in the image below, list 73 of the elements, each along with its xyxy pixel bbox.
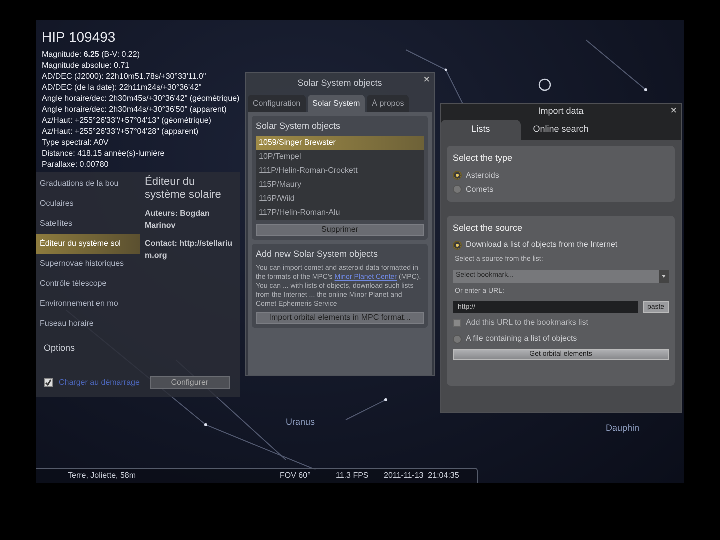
- object-list-item[interactable]: 10P/Tempel: [256, 150, 424, 164]
- tab[interactable]: Solar System: [308, 95, 366, 112]
- star-info-line: Magnitude: 6.25 (B-V: 0.22): [42, 49, 141, 60]
- tab[interactable]: À propos: [367, 95, 410, 112]
- star-info-line: Az/Haut: +255°26'33"/+57°04'13" (géométrique): [42, 115, 212, 126]
- radio-button[interactable]: [453, 185, 462, 194]
- object-list-item[interactable]: 111P/Helin-Roman-Crockett: [256, 164, 424, 178]
- section-title: Select the type: [453, 152, 514, 165]
- star-info-line: AD/DEC (de la date): 22h11m24s/+30°36'42": [42, 82, 203, 93]
- planet-icon: [538, 78, 552, 92]
- star-info-line: Az/Haut: +255°26'33"/+57°04'28" (apparent): [42, 126, 200, 137]
- checkbox-label: Add this URL to the bookmarks list: [466, 317, 588, 329]
- plugin-authors: Auteurs: Bogdan Marinov: [145, 208, 211, 232]
- plugin-contact: Contact: http://stellarium.org: [145, 238, 234, 262]
- section-title: Solar System objects: [256, 120, 342, 133]
- tab[interactable]: Lists: [441, 120, 521, 140]
- fov-text: FOV 60°: [280, 470, 312, 482]
- location-text: Terre, Joliette, 58m: [68, 470, 138, 482]
- star-dot: [204, 424, 208, 426]
- star-dot: [444, 68, 448, 72]
- tab[interactable]: Configuration: [248, 95, 306, 112]
- star-info-line: Type spectral: A0V: [42, 137, 110, 148]
- import-mpc-button[interactable]: Import orbital elements in MPC format...: [256, 312, 424, 324]
- radio-button[interactable]: [453, 334, 462, 344]
- sky-label: Dauphin: [606, 422, 640, 435]
- star-name: HIP 109493: [42, 28, 117, 46]
- star-info-line: Magnitude absolue: 0.71: [42, 60, 131, 71]
- plugin-list-item[interactable]: Fuseau horaire: [36, 314, 140, 334]
- plugin-list-item[interactable]: Environnement en mo: [36, 294, 140, 314]
- date-time-text: 2011-11-13 21:04:35: [384, 470, 460, 482]
- plugin-list-item[interactable]: Supernovae historiques: [36, 254, 140, 274]
- configure-button[interactable]: Configurer: [150, 376, 230, 389]
- object-list-item[interactable]: 116P/Wild: [256, 192, 424, 206]
- star-info-line: AD/DEC (J2000): 22h10m51.78s/+30°33'11.0": [42, 71, 208, 82]
- constellation-line: [586, 40, 646, 90]
- window-title: Import data: [538, 105, 584, 118]
- close-button[interactable]: ×: [670, 106, 677, 117]
- options-label: Options: [43, 342, 76, 355]
- section-title: Select the source: [453, 222, 524, 234]
- check-icon: [45, 379, 52, 386]
- checkbox[interactable]: [453, 319, 461, 327]
- tab[interactable]: Online search: [521, 120, 601, 140]
- dropdown-caret-icon: [659, 270, 669, 282]
- plugin-list-item[interactable]: Graduations de la bou: [36, 174, 140, 194]
- window-title: Solar System objects: [298, 77, 382, 90]
- plugin-title: Éditeur du système solaire: [145, 176, 222, 202]
- star-info-line: Distance: 418.15 année(s)-lumière: [42, 148, 166, 159]
- fps-text: 11.3 FPS: [336, 470, 370, 482]
- plugin-list-item[interactable]: Satellites: [36, 214, 140, 234]
- radio-label: Asteroids: [466, 170, 500, 182]
- radio-label: A file containing a list of objects: [466, 333, 578, 345]
- checkbox[interactable]: [44, 378, 53, 387]
- plugin-list-item[interactable]: Éditeur du système sol: [36, 234, 140, 254]
- star-info-line: Parallaxe: 0.00780: [42, 159, 110, 170]
- radio-button[interactable]: [453, 171, 462, 180]
- close-button[interactable]: ×: [424, 75, 430, 86]
- star-dot: [384, 398, 388, 402]
- section-title: Add new Solar System objects: [256, 248, 380, 261]
- constellation-line: [346, 400, 386, 420]
- object-list-item[interactable]: 1059/Singer Brewster: [256, 136, 424, 150]
- sky-label: Uranus: [286, 416, 316, 429]
- checkbox-label: Charger au démarrage: [59, 376, 140, 388]
- radio-label: Download a list of objects from the Internet: [466, 239, 618, 251]
- plugin-list-item[interactable]: Contrôle télescope: [36, 274, 140, 294]
- radio-label: Comets: [466, 184, 494, 196]
- remove-button[interactable]: Supprimer: [256, 224, 424, 236]
- object-list-item[interactable]: 117P/Helin-Roman-Alu: [256, 206, 424, 220]
- object-list-item[interactable]: 115P/Maury: [256, 178, 424, 192]
- star-dot: [644, 88, 648, 92]
- radio-button[interactable]: [453, 240, 462, 250]
- star-info-line: Angle horaire/dec: 2h30m45s/+30°36'42" (géométrique): [42, 93, 240, 104]
- star-info-line: Angle horaire/dec: 2h30m44s/+30°36'50" (apparent): [42, 104, 228, 115]
- plugin-list-item[interactable]: Oculaires: [36, 194, 140, 214]
